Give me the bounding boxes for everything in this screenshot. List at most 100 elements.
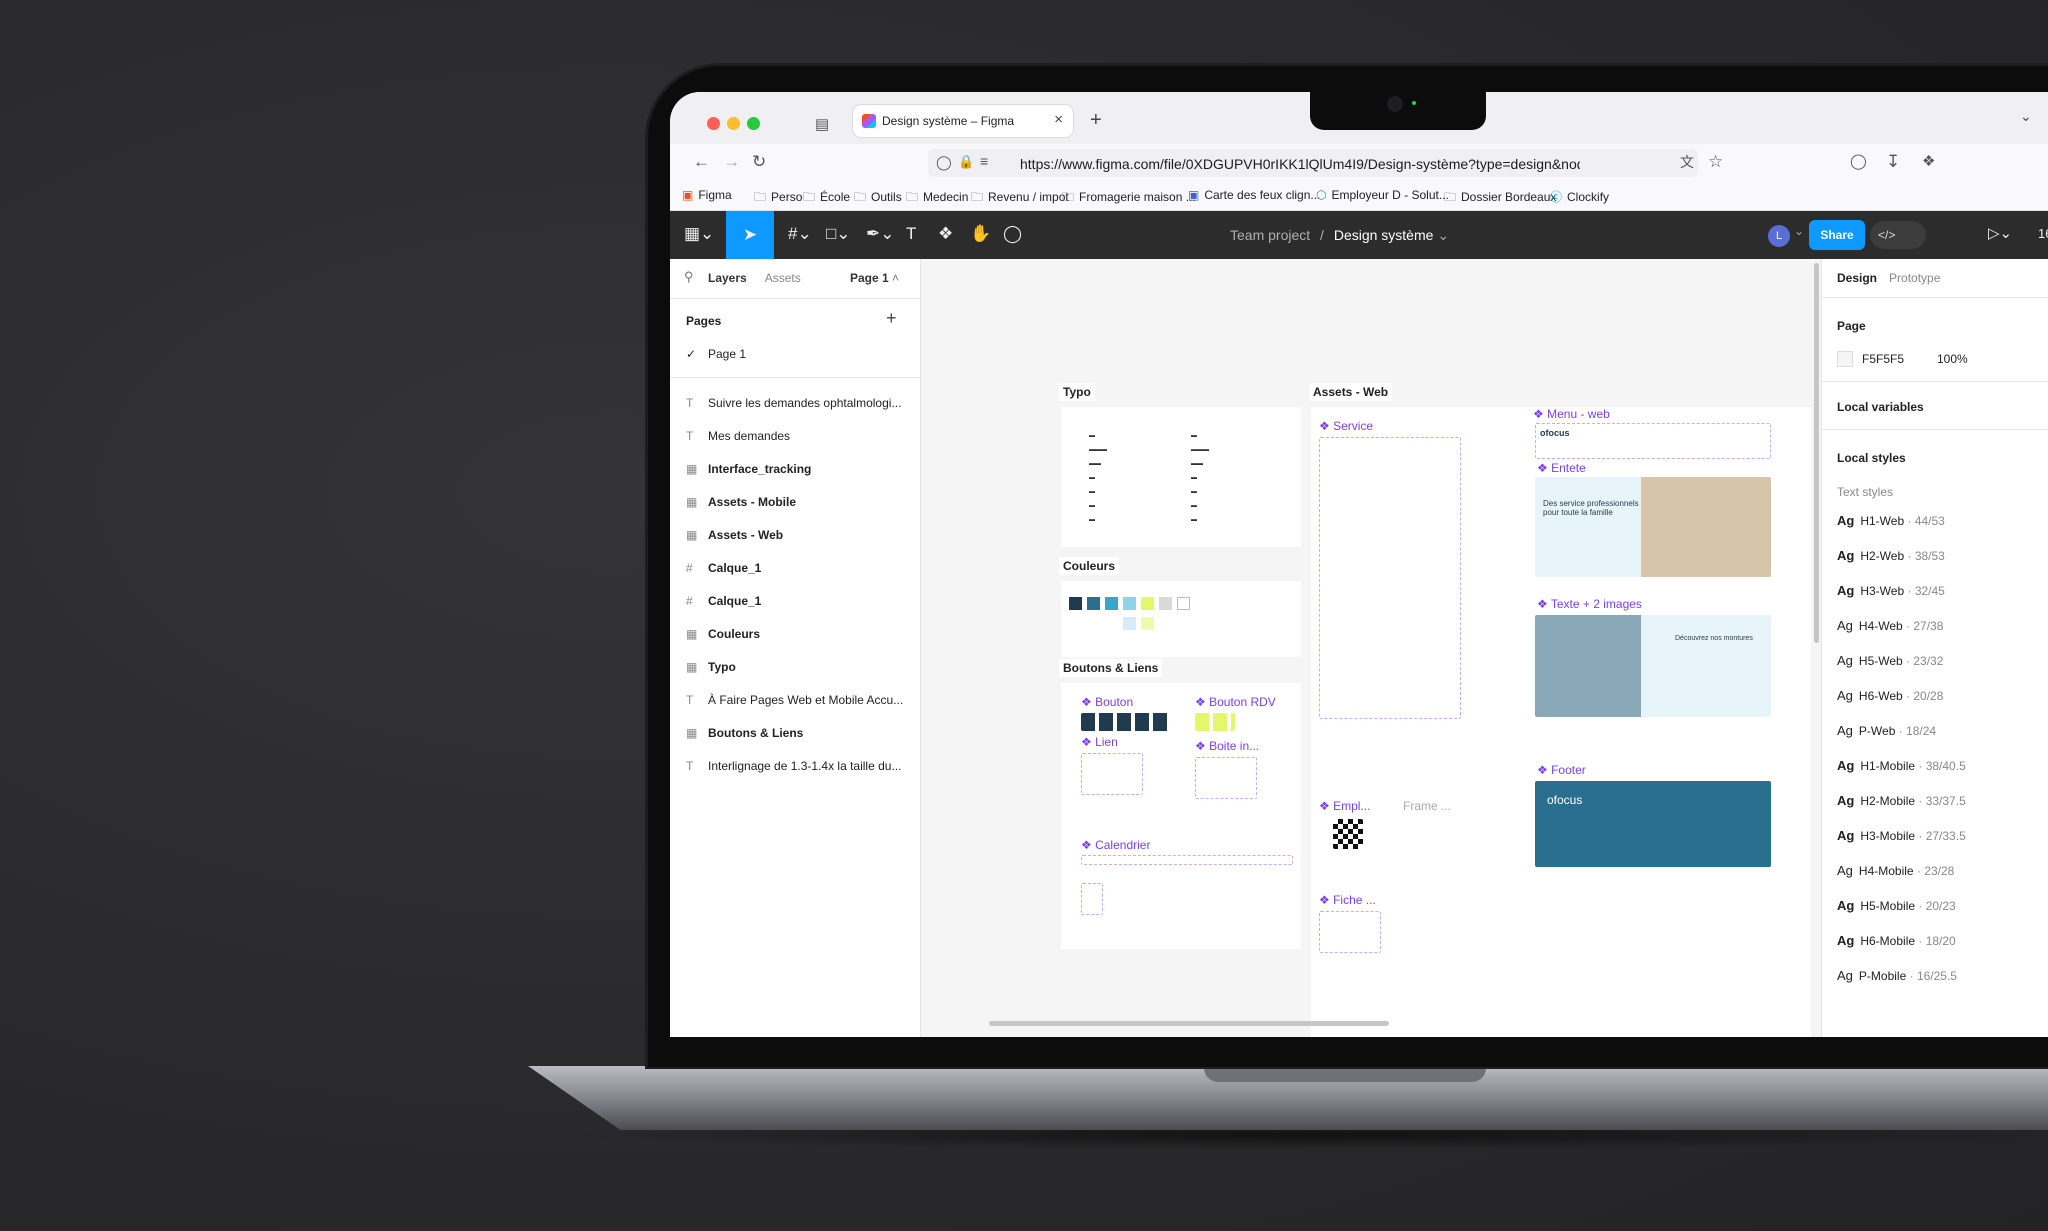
text-style-item[interactable]: Ag H3-Mobile · 27/33.5 (1837, 828, 1966, 843)
new-tab-icon[interactable]: + (1090, 109, 1102, 132)
page-bg-opacity[interactable]: 100% (1937, 352, 1968, 366)
maximize-window-icon[interactable] (747, 117, 760, 130)
tab-layers[interactable]: Layers (708, 271, 747, 285)
zoom-level[interactable]: 16 (2038, 226, 2048, 241)
text-style-item[interactable]: Ag H6-Web · 20/28 (1837, 688, 1943, 703)
component-bouton[interactable]: ❖ Bouton (1081, 695, 1133, 709)
component-lien[interactable]: ❖ Lien (1081, 735, 1118, 749)
frame-label-couleurs[interactable]: Couleurs (1059, 557, 1120, 575)
layer-item[interactable]: T Suivre les demandes ophtalmologi... (686, 396, 911, 410)
layer-item[interactable]: T Mes demandes (686, 429, 911, 443)
chevron-down-icon[interactable]: ⌄ (1794, 224, 1804, 238)
text-style-item[interactable]: Ag H2-Web · 38/53 (1837, 548, 1945, 563)
component-bouton-rdv[interactable]: ❖ Bouton RDV (1195, 695, 1276, 709)
bookmark-employeur[interactable]: ⬡ Employeur D - Solut... (1316, 188, 1449, 202)
present-icon[interactable]: ▷⌄ (1988, 224, 2012, 242)
back-icon[interactable]: ← (693, 152, 710, 172)
layer-item[interactable]: ▦ Couleurs (686, 627, 911, 641)
pocket-icon[interactable]: ◯ (1850, 152, 1867, 170)
text-style-item[interactable]: Ag P-Web · 18/24 (1837, 723, 1936, 738)
dev-mode-toggle[interactable]: </> (1870, 221, 1926, 249)
text-style-item[interactable]: Ag H4-Mobile · 23/28 (1837, 863, 1954, 878)
component-empl[interactable]: ❖ Empl... (1319, 799, 1370, 813)
main-menu-icon[interactable]: ▦⌄ (684, 224, 714, 244)
layer-item[interactable]: T Interlignage de 1.3-1.4x la taille du..… (686, 759, 911, 773)
text-style-item[interactable]: Ag H2-Mobile · 33/37.5 (1837, 793, 1966, 808)
text-tool-icon[interactable]: T (906, 224, 916, 244)
resources-icon[interactable]: ❖ (938, 224, 953, 244)
forward-icon[interactable]: → (723, 152, 740, 172)
page-selector[interactable]: Page 1 ˄ (850, 271, 899, 285)
bookmark-revenu[interactable]: 🗀 Revenu / impot (971, 188, 1069, 209)
bookmark-dossier[interactable]: 🗀 Dossier Bordeaux (1444, 188, 1556, 209)
layer-item[interactable]: ▦ Boutons & Liens (686, 726, 911, 740)
page-bg-hex[interactable]: F5F5F5 (1862, 352, 1904, 366)
tab-overview-icon[interactable]: ▤ (815, 115, 829, 133)
layer-item[interactable]: # Calque_1 (686, 561, 911, 575)
add-page-icon[interactable]: + (886, 308, 897, 329)
move-tool-icon[interactable]: ➤ (726, 211, 774, 259)
frame-label-boutons[interactable]: Boutons & Liens (1059, 659, 1163, 677)
layer-item[interactable]: ▦ Typo (686, 660, 911, 674)
design-canvas[interactable]: Typo ▬ ▬▬▬ ▬▬ ▬ ▬ ▬ ▬ ▬ ▬▬▬ ▬▬ ▬ ▬ ▬ ▬ Couleurs Bout… (921, 259, 1821, 1037)
close-tab-icon[interactable]: × (1054, 111, 1063, 128)
frame-typo[interactable]: ▬ ▬▬▬ ▬▬ ▬ ▬ ▬ ▬ ▬ ▬▬▬ ▬▬ ▬ ▬ ▬ ▬ (1061, 407, 1301, 547)
frame-label-assets-web[interactable]: Assets - Web (1309, 383, 1393, 401)
hand-tool-icon[interactable]: ✋ (970, 224, 991, 244)
layer-item[interactable]: ▦ Assets - Web (686, 528, 911, 542)
layer-item[interactable]: ▦ Assets - Mobile (686, 495, 911, 509)
tab-prototype[interactable]: Prototype (1889, 271, 1940, 285)
layer-item[interactable]: TÀ Faire Pages Web et Mobile Accu... (686, 693, 911, 707)
component-calendrier[interactable]: ❖ Calendrier (1081, 838, 1150, 852)
text-style-item[interactable]: Ag H6-Mobile · 18/20 (1837, 933, 1956, 948)
component-service[interactable]: ❖ Service (1319, 419, 1373, 433)
text-style-item[interactable]: Ag H1-Mobile · 38/40.5 (1837, 758, 1966, 773)
extensions-icon[interactable]: ❖ (1922, 152, 1935, 170)
breadcrumb-team[interactable]: Team project (1230, 227, 1310, 243)
layer-item[interactable]: # Calque_1 (686, 594, 911, 608)
minimize-window-icon[interactable] (727, 117, 740, 130)
reload-icon[interactable]: ↻ (752, 152, 766, 172)
comment-tool-icon[interactable]: ◯ (1003, 224, 1022, 244)
bookmark-medecin[interactable]: 🗀 Medecin (906, 188, 968, 209)
browser-tab[interactable]: Design système – Figma × (853, 105, 1073, 137)
translate-icon[interactable]: 文 (1680, 152, 1694, 172)
frame-couleurs[interactable] (1061, 581, 1301, 657)
text-style-item[interactable]: Ag P-Mobile · 16/25.5 (1837, 968, 1957, 983)
bookmark-clockify[interactable]: ⓒ Clockify (1550, 188, 1609, 205)
local-variables[interactable]: Local variables (1837, 400, 1924, 414)
frame-assets-web[interactable]: ❖ Service ❖ Menu - web ofocus ❖ Entete D… (1311, 407, 1811, 1037)
text-style-item[interactable]: Ag H4-Web · 27/38 (1837, 618, 1943, 633)
tab-assets[interactable]: Assets (765, 271, 801, 285)
component-texte-images[interactable]: ❖ Texte + 2 images (1537, 597, 1642, 611)
share-button[interactable]: Share (1809, 220, 1865, 250)
search-icon[interactable]: ⚲ (684, 269, 694, 285)
text-style-item[interactable]: Ag H1-Web · 44/53 (1837, 513, 1945, 528)
frame-label-typo[interactable]: Typo (1059, 383, 1095, 401)
component-footer[interactable]: ❖ Footer (1537, 763, 1586, 777)
chevron-down-icon[interactable]: ⌄ (2020, 108, 2032, 125)
component-entete[interactable]: ❖ Entete (1537, 461, 1586, 475)
bookmark-ecole[interactable]: 🗀 École (803, 188, 850, 209)
vertical-scrollbar[interactable] (1814, 263, 1819, 643)
download-icon[interactable]: ↧ (1886, 152, 1900, 172)
component-frame[interactable]: Frame ... (1403, 799, 1451, 813)
bookmark-star-icon[interactable]: ☆ (1708, 152, 1723, 172)
component-menu-web[interactable]: ❖ Menu - web (1533, 407, 1610, 421)
frame-tool-icon[interactable]: #⌄ (788, 224, 812, 244)
page-bg-swatch[interactable] (1837, 351, 1853, 367)
page-item-current[interactable]: ✓ Page 1 (686, 347, 746, 361)
horizontal-scrollbar[interactable] (989, 1021, 1389, 1026)
shape-tool-icon[interactable]: □⌄ (826, 224, 851, 244)
avatar[interactable]: L (1768, 225, 1790, 247)
breadcrumb-file[interactable]: Design système (1334, 227, 1434, 243)
bookmark-outils[interactable]: 🗀 Outils (854, 188, 902, 209)
bookmark-fromagerie[interactable]: 🗀 Fromagerie maison ... (1062, 188, 1196, 209)
component-boite[interactable]: ❖ Boite in... (1195, 739, 1259, 753)
component-fiche[interactable]: ❖ Fiche ... (1319, 893, 1376, 907)
layer-item[interactable]: ▦ Interface_tracking (686, 462, 911, 476)
chevron-down-icon[interactable]: ⌄ (1437, 227, 1449, 243)
text-style-item[interactable]: Ag H5-Mobile · 20/23 (1837, 898, 1956, 913)
text-style-item[interactable]: Ag H5-Web · 23/32 (1837, 653, 1943, 668)
bookmark-carte[interactable]: ▣ Carte des feux clign... (1188, 188, 1320, 202)
